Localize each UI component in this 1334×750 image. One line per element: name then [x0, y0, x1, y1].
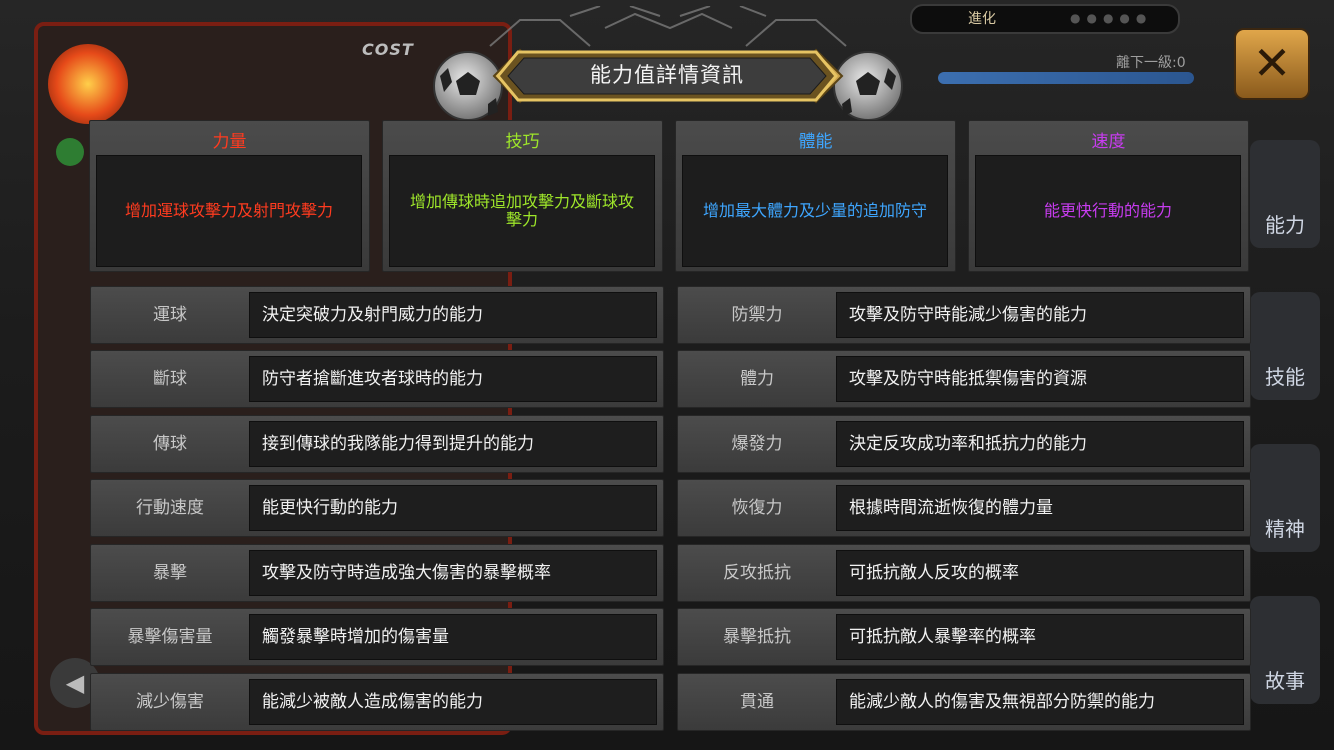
stat-name: 恢復力 — [731, 498, 783, 518]
stat-row-hp: 體力 攻擊及防守時能抵禦傷害的資源 — [677, 350, 1251, 408]
stat-name: 體力 — [740, 369, 774, 389]
stat-row-dribble: 運球 決定突破力及射門威力的能力 — [90, 286, 664, 344]
attribute-name: 速度 — [1091, 132, 1126, 152]
stat-name: 暴擊抵抗 — [723, 627, 791, 647]
stat-desc: 可抵抗敵人反攻的概率 — [849, 563, 1019, 583]
stat-row-move-speed: 行動速度 能更快行動的能力 — [90, 479, 664, 537]
next-level-label: 離下一級:0 — [1116, 55, 1186, 71]
clover-icon — [56, 138, 84, 166]
side-button-spirit[interactable]: 精神 — [1250, 444, 1320, 552]
stat-name: 行動速度 — [136, 498, 204, 518]
stat-row-tackle: 斷球 防守者搶斷進攻者球時的能力 — [90, 350, 664, 408]
stat-row-recovery: 恢復力 根據時間流逝恢復的體力量 — [677, 479, 1251, 537]
attribute-desc: 能更快行動的能力 — [1043, 201, 1172, 220]
attribute-box-technique: 技巧 增加傳球時追加攻擊力及斷球攻擊力 — [382, 120, 663, 272]
attribute-name: 技巧 — [505, 132, 540, 152]
stat-row-penetration: 貫通 能減少敵人的傷害及無視部分防禦的能力 — [677, 673, 1251, 731]
stat-desc: 防守者搶斷進攻者球時的能力 — [262, 369, 483, 389]
stat-desc-box: 根據時間流逝恢復的體力量 — [836, 485, 1244, 531]
side-button-ability[interactable]: 能力 — [1250, 140, 1320, 248]
stat-name: 運球 — [153, 305, 187, 325]
stat-row-critical-resist: 暴擊抵抗 可抵抗敵人暴擊率的概率 — [677, 608, 1251, 666]
attribute-box-speed: 速度 能更快行動的能力 — [968, 120, 1249, 272]
attribute-desc-box: 增加最大體力及少量的追加防守 — [682, 155, 948, 267]
stat-desc-box: 決定突破力及射門威力的能力 — [249, 292, 657, 338]
stat-desc: 觸發暴擊時增加的傷害量 — [262, 627, 449, 647]
stat-name: 減少傷害 — [136, 692, 204, 712]
stat-desc-box: 可抵抗敵人反攻的概率 — [836, 550, 1244, 596]
attribute-box-strength: 力量 增加運球攻擊力及射門攻擊力 — [89, 120, 370, 272]
stat-desc-box: 可抵抗敵人暴擊率的概率 — [836, 614, 1244, 660]
attribute-desc: 增加傳球時追加攻擊力及斷球攻擊力 — [409, 192, 634, 229]
stat-desc-box: 防守者搶斷進攻者球時的能力 — [249, 356, 657, 402]
stat-desc-box: 攻擊及防守時能抵禦傷害的資源 — [836, 356, 1244, 402]
stat-desc: 攻擊及防守時能抵禦傷害的資源 — [849, 369, 1087, 389]
stat-name: 爆發力 — [731, 434, 783, 454]
stat-name: 貫通 — [740, 692, 774, 712]
attribute-desc: 增加運球攻擊力及射門攻擊力 — [124, 201, 333, 220]
attribute-desc: 增加最大體力及少量的追加防守 — [702, 201, 927, 220]
stat-desc: 根據時間流逝恢復的體力量 — [849, 498, 1053, 518]
stat-name: 斷球 — [153, 369, 187, 389]
stat-row-damage-reduction: 減少傷害 能減少被敵人造成傷害的能力 — [90, 673, 664, 731]
cost-label: COST — [362, 40, 414, 59]
side-button-skill[interactable]: 技能 — [1250, 292, 1320, 400]
stat-name: 暴擊 — [153, 563, 187, 583]
attribute-desc-box: 增加運球攻擊力及射門攻擊力 — [96, 155, 362, 267]
stat-desc-box: 能更快行動的能力 — [249, 485, 657, 531]
stat-desc: 攻擊及防守時造成強大傷害的暴擊概率 — [262, 563, 551, 583]
side-button-story[interactable]: 故事 — [1250, 596, 1320, 704]
stat-desc: 能減少敵人的傷害及無視部分防禦的能力 — [849, 692, 1155, 712]
stat-desc-box: 能減少被敵人造成傷害的能力 — [249, 679, 657, 725]
stat-desc: 接到傳球的我隊能力得到提升的能力 — [262, 434, 534, 454]
stat-row-critical-damage: 暴擊傷害量 觸發暴擊時增加的傷害量 — [90, 608, 664, 666]
stat-desc-box: 攻擊及防守時能減少傷害的能力 — [836, 292, 1244, 338]
stat-desc-box: 能減少敵人的傷害及無視部分防禦的能力 — [836, 679, 1244, 725]
attribute-desc-box: 能更快行動的能力 — [975, 155, 1241, 267]
attribute-desc-box: 增加傳球時追加攻擊力及斷球攻擊力 — [389, 155, 655, 267]
attribute-name: 體能 — [798, 132, 833, 152]
evolve-dots: ●●●●● — [1070, 11, 1153, 25]
stat-row-pass: 傳球 接到傳球的我隊能力得到提升的能力 — [90, 415, 664, 473]
modal-title: 能力值詳情資訊 — [590, 63, 744, 87]
stat-row-critical: 暴擊 攻擊及防守時造成強大傷害的暴擊概率 — [90, 544, 664, 602]
stat-name: 傳球 — [153, 434, 187, 454]
stat-desc: 能更快行動的能力 — [262, 498, 398, 518]
stat-name: 反攻抵抗 — [723, 563, 791, 583]
close-icon: ✕ — [1252, 36, 1292, 90]
stat-desc-box: 攻擊及防守時造成強大傷害的暴擊概率 — [249, 550, 657, 596]
fire-element-icon — [48, 44, 128, 124]
stat-desc: 能減少被敵人造成傷害的能力 — [262, 692, 483, 712]
stat-desc: 可抵抗敵人暴擊率的概率 — [849, 627, 1036, 647]
stat-desc-box: 決定反攻成功率和抵抗力的能力 — [836, 421, 1244, 467]
attribute-box-stamina: 體能 增加最大體力及少量的追加防守 — [675, 120, 956, 272]
stat-row-defense: 防禦力 攻擊及防守時能減少傷害的能力 — [677, 286, 1251, 344]
stat-name: 防禦力 — [731, 305, 783, 325]
stat-row-counter-resist: 反攻抵抗 可抵抗敵人反攻的概率 — [677, 544, 1251, 602]
stat-desc: 決定突破力及射門威力的能力 — [262, 305, 483, 325]
stat-desc-box: 觸發暴擊時增加的傷害量 — [249, 614, 657, 660]
stat-desc-box: 接到傳球的我隊能力得到提升的能力 — [249, 421, 657, 467]
close-button[interactable]: ✕ — [1234, 28, 1310, 100]
stat-row-burst: 爆發力 決定反攻成功率和抵抗力的能力 — [677, 415, 1251, 473]
stat-desc: 攻擊及防守時能減少傷害的能力 — [849, 305, 1087, 325]
attribute-name: 力量 — [212, 132, 247, 152]
stat-desc: 決定反攻成功率和抵抗力的能力 — [849, 434, 1087, 454]
stat-name: 暴擊傷害量 — [127, 627, 213, 647]
exp-bar — [938, 72, 1194, 84]
evolve-label: 進化 — [968, 11, 996, 27]
